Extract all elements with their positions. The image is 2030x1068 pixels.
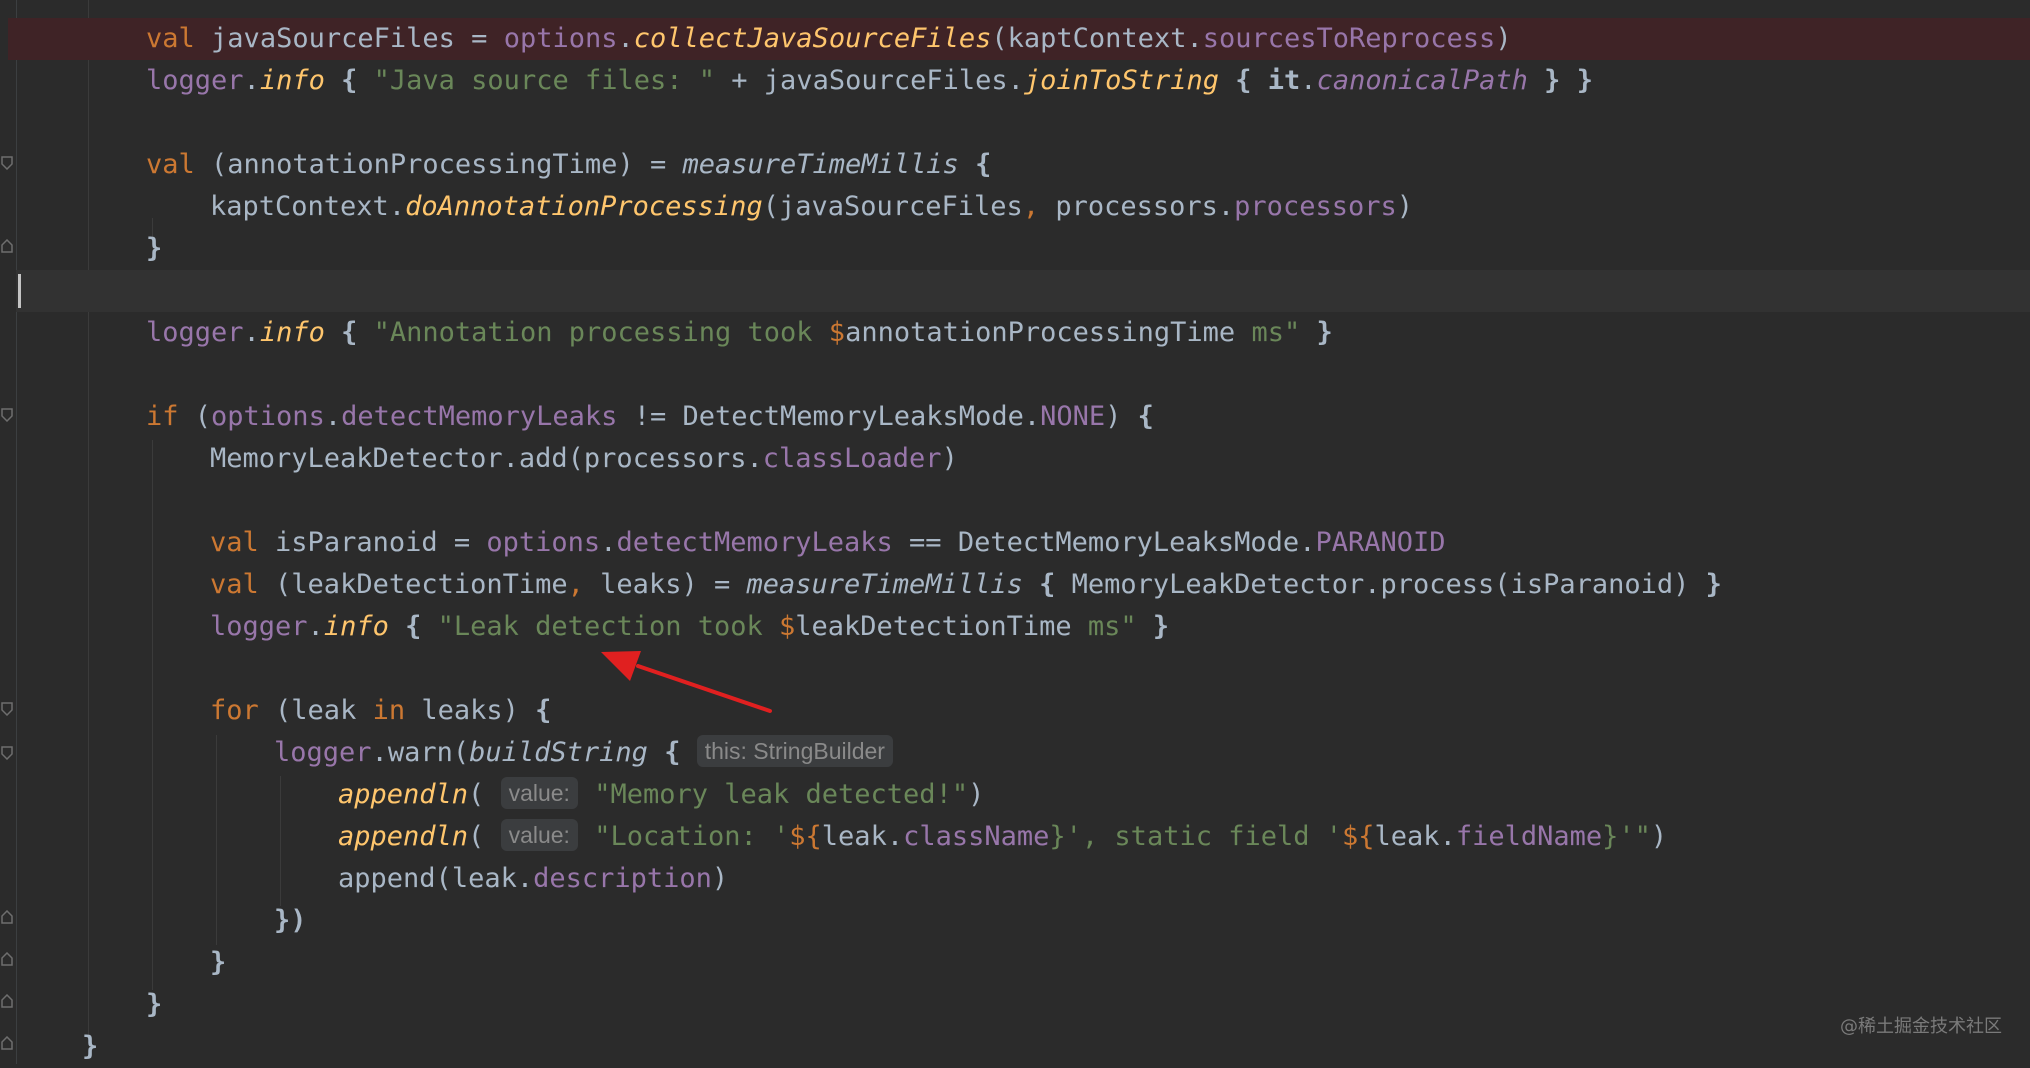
code-editor[interactable]: val javaSourceFiles = options.collectJav… — [0, 0, 2030, 1064]
arrow-annotation-icon — [601, 651, 772, 713]
watermark: @稀土掘金技术社区 — [1840, 1016, 2002, 1037]
